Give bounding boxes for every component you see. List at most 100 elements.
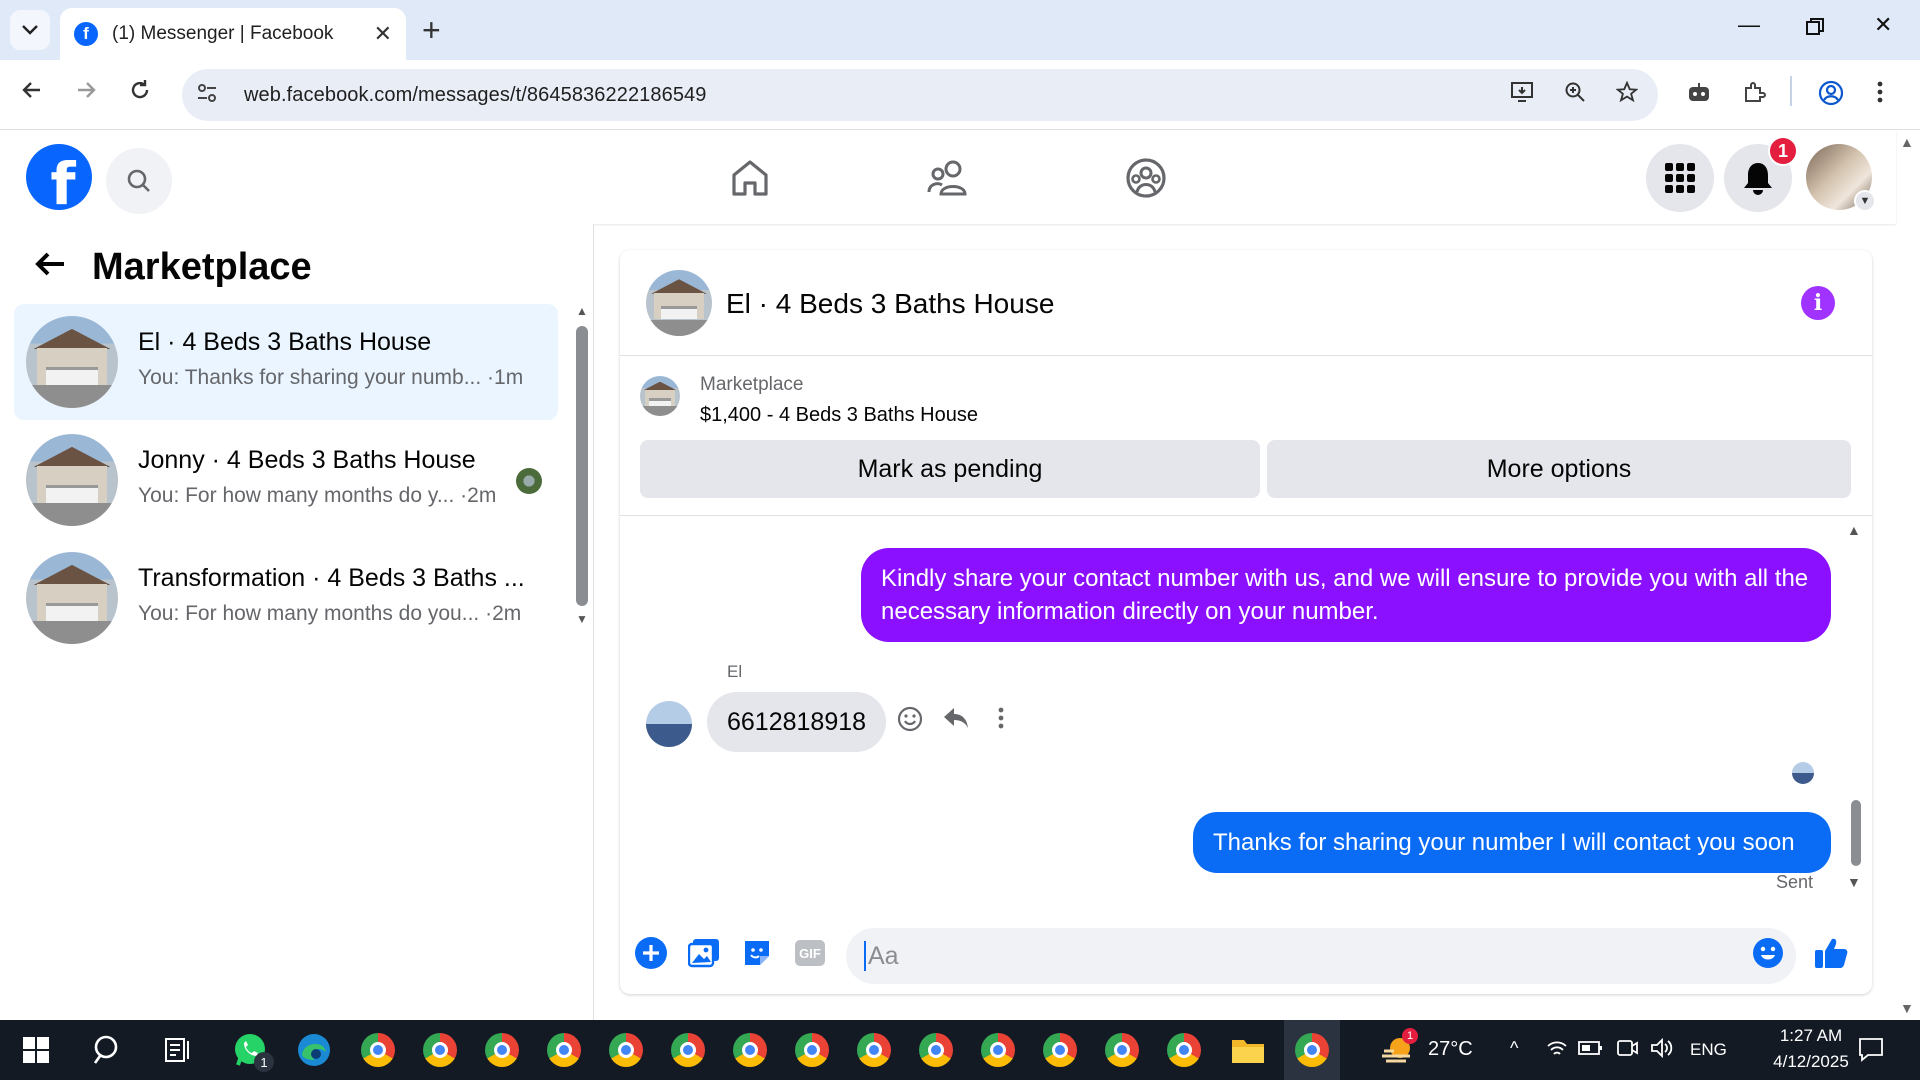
browser-tab-messenger[interactable]: f (1) Messenger | Facebook ✕ [60, 8, 406, 60]
chat-title[interactable]: El · 4 Beds 3 Baths House [726, 288, 1054, 320]
windows-start-icon[interactable] [16, 1030, 56, 1070]
volume-icon[interactable] [1650, 1037, 1674, 1063]
listing-title[interactable]: $1,400 - 4 Beds 3 Baths House [700, 404, 978, 427]
windows-taskbar: 1 1 27°C ^ ENG 1:27 AM 4/12/2025 [0, 1020, 1920, 1080]
gif-icon[interactable]: GIF [793, 936, 827, 970]
task-view-icon[interactable] [158, 1030, 198, 1070]
conversation-item[interactable]: El · 4 Beds 3 Baths House You: Thanks fo… [14, 304, 558, 420]
back-arrow-icon[interactable] [34, 248, 66, 287]
chat-scroll-up-icon[interactable]: ▲ [1847, 522, 1861, 538]
chrome-icon[interactable] [730, 1030, 770, 1070]
page-scroll-up-icon[interactable]: ▲ [1900, 134, 1914, 150]
chrome-icon[interactable] [792, 1030, 832, 1070]
sender-avatar[interactable] [646, 701, 692, 747]
groups-nav-icon[interactable] [1116, 150, 1176, 206]
page-scroll-down-icon[interactable]: ▼ [1900, 1000, 1914, 1016]
message-bubble-outgoing[interactable]: Thanks for sharing your number I will co… [1193, 812, 1831, 873]
message-bubble-incoming[interactable]: 6612818918 [707, 692, 887, 752]
chrome-icon[interactable] [606, 1030, 646, 1070]
reply-icon[interactable] [942, 706, 970, 737]
tab-search-button[interactable] [10, 10, 50, 50]
search-button[interactable] [106, 148, 172, 214]
chrome-icon[interactable] [544, 1030, 584, 1070]
language-indicator[interactable]: ENG [1690, 1040, 1727, 1060]
file-explorer-icon[interactable] [1228, 1030, 1268, 1070]
notification-center-icon[interactable] [1858, 1036, 1884, 1067]
new-tab-button[interactable]: + [422, 12, 441, 49]
chrome-icon[interactable] [1292, 1030, 1332, 1070]
mark-as-pending-button[interactable]: Mark as pending [640, 440, 1260, 498]
chrome-icon[interactable] [1040, 1030, 1080, 1070]
clock-time[interactable]: 1:27 AM [1756, 1026, 1866, 1046]
chat-listing-avatar[interactable] [646, 270, 712, 336]
scrollbar-thumb[interactable] [576, 326, 588, 606]
photo-icon[interactable] [687, 936, 721, 970]
message-bubble-outgoing[interactable]: Kindly share your contact number with us… [861, 548, 1831, 642]
wifi-icon[interactable] [1546, 1038, 1568, 1063]
facebook-favicon-icon: f [74, 22, 98, 46]
chrome-icon[interactable] [482, 1030, 522, 1070]
tab-close-icon[interactable]: ✕ [374, 21, 392, 47]
weather-badge: 1 [1402, 1028, 1418, 1044]
sidebar-scrollbar[interactable]: ▲ ▼ [576, 304, 588, 626]
home-nav-icon[interactable] [720, 150, 780, 206]
address-bar[interactable]: web.facebook.com/messages/t/864583622218… [182, 69, 1658, 121]
facebook-logo-icon[interactable]: f [26, 144, 92, 210]
forward-arrow-icon[interactable] [74, 78, 98, 109]
account-avatar[interactable]: ▼ [1806, 144, 1876, 212]
weather-temperature[interactable]: 27°C [1428, 1038, 1473, 1061]
scroll-up-arrow-icon[interactable]: ▲ [576, 304, 588, 318]
notifications-button[interactable]: 1 [1724, 136, 1798, 212]
close-window-icon[interactable]: ✕ [1874, 12, 1892, 38]
site-info-icon[interactable] [196, 83, 234, 108]
sticker-icon[interactable] [740, 936, 774, 970]
chrome-icon[interactable] [420, 1030, 460, 1070]
edge-icon[interactable] [294, 1030, 334, 1070]
scroll-down-arrow-icon[interactable]: ▼ [576, 612, 588, 626]
minimize-icon[interactable]: — [1738, 12, 1760, 38]
react-emoji-icon[interactable] [897, 706, 923, 739]
conversation-item[interactable]: Transformation · 4 Beds 3 Baths ... You:… [14, 540, 558, 656]
reload-icon[interactable] [128, 78, 152, 109]
chrome-icon[interactable] [916, 1030, 956, 1070]
show-hidden-icons-chevron-icon[interactable]: ^ [1510, 1038, 1518, 1059]
chrome-icon[interactable] [854, 1030, 894, 1070]
battery-icon[interactable] [1578, 1038, 1604, 1061]
emoji-icon[interactable] [1751, 936, 1785, 970]
chrome-icon[interactable] [358, 1030, 398, 1070]
chrome-icon[interactable] [978, 1030, 1018, 1070]
add-plus-icon[interactable] [634, 936, 668, 970]
more-actions-icon[interactable] [997, 706, 1005, 737]
extensions-puzzle-icon[interactable] [1742, 80, 1766, 111]
seen-avatar [516, 468, 542, 494]
install-app-icon[interactable] [1510, 81, 1534, 109]
listing-avatar [26, 434, 118, 526]
like-thumbs-up-icon[interactable] [1814, 936, 1848, 970]
back-arrow-icon[interactable] [20, 78, 44, 109]
bookmark-star-icon[interactable] [1615, 80, 1639, 109]
gemini-bot-icon[interactable] [1686, 80, 1712, 111]
weather-icon[interactable]: 1 [1378, 1028, 1418, 1070]
sidebar-title: Marketplace [92, 246, 312, 288]
chrome-icon[interactable] [1102, 1030, 1142, 1070]
clock-date[interactable]: 4/12/2025 [1746, 1052, 1876, 1072]
chrome-icon[interactable] [668, 1030, 708, 1070]
info-icon[interactable]: i [1801, 286, 1835, 320]
restore-icon[interactable] [1806, 16, 1824, 42]
zoom-icon[interactable] [1564, 81, 1586, 109]
whatsapp-icon[interactable]: 1 [230, 1030, 274, 1072]
taskbar-search-icon[interactable] [88, 1030, 128, 1070]
message-input[interactable]: Aa [846, 928, 1796, 984]
menu-grid-button[interactable] [1646, 144, 1714, 212]
chevron-down-icon: ▼ [1854, 190, 1876, 212]
chrome-icon[interactable] [1164, 1030, 1204, 1070]
friends-nav-icon[interactable] [918, 150, 978, 206]
chat-scrollbar-thumb[interactable] [1851, 800, 1861, 866]
conversation-item[interactable]: Jonny · 4 Beds 3 Baths House You: For ho… [14, 422, 558, 538]
listing-thumbnail[interactable] [640, 376, 680, 416]
browser-menu-icon[interactable] [1876, 80, 1884, 111]
profile-icon[interactable] [1818, 80, 1844, 113]
meet-now-icon[interactable] [1616, 1038, 1638, 1063]
more-options-button[interactable]: More options [1267, 440, 1851, 498]
chat-scroll-down-icon[interactable]: ▼ [1847, 874, 1861, 890]
